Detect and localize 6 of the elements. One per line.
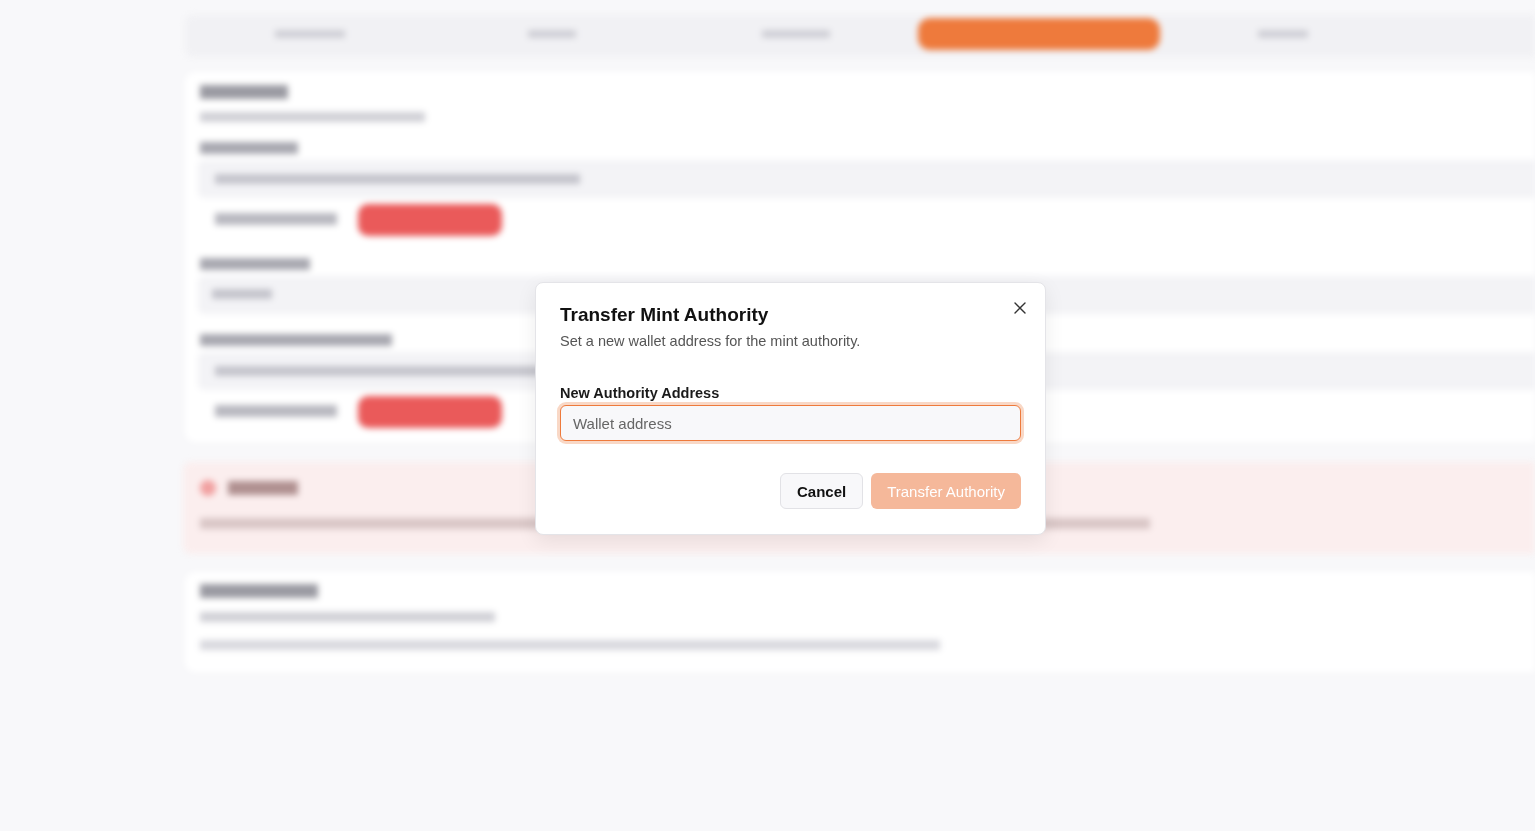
- field-label: New Authority Address: [560, 385, 721, 401]
- dialog-title: Transfer Mint Authority: [560, 303, 770, 327]
- cancel-button[interactable]: Cancel: [779, 473, 864, 509]
- dialog-description: Set a new wallet address for the mint authority.: [560, 333, 862, 349]
- close-icon[interactable]: [1012, 300, 1028, 316]
- address-input-field[interactable]: Wallet address: [560, 405, 1021, 441]
